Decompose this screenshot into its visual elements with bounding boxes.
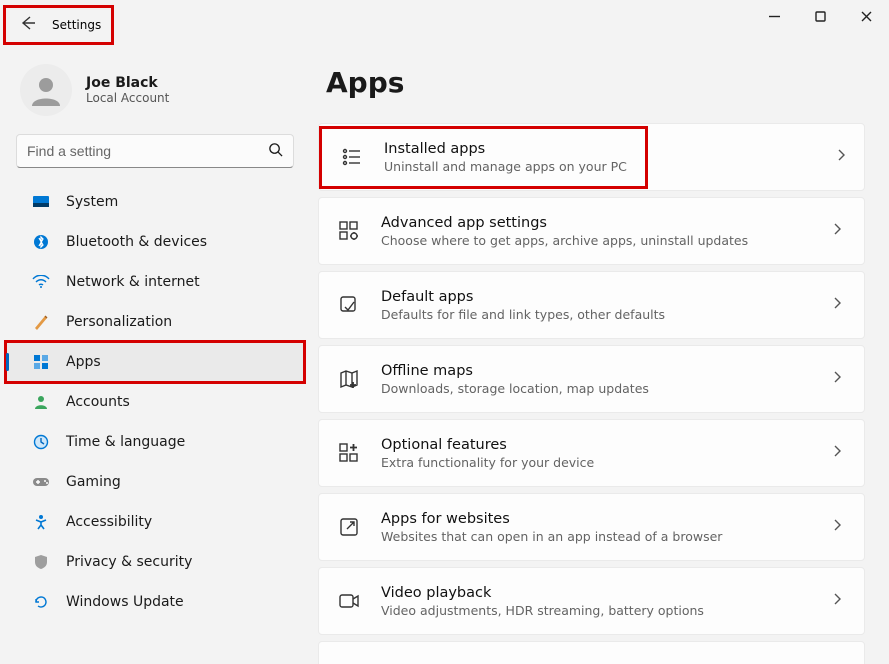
card-sub: Video adjustments, HDR streaming, batter… [381, 603, 808, 618]
nav-label: Personalization [66, 314, 172, 330]
nav-privacy[interactable]: Privacy & security [6, 542, 304, 582]
search-box[interactable] [16, 134, 294, 168]
nav-bluetooth[interactable]: Bluetooth & devices [6, 222, 304, 262]
profile-sub: Local Account [86, 91, 169, 105]
nav-gaming[interactable]: Gaming [6, 462, 304, 502]
card-default-apps[interactable]: Default apps Defaults for file and link … [318, 271, 865, 339]
accessibility-icon [32, 513, 50, 531]
nav-label: Time & language [66, 434, 185, 450]
chevron-right-icon [828, 370, 846, 388]
card-startup[interactable]: Startup [318, 641, 865, 664]
clock-icon [32, 433, 50, 451]
nav-update[interactable]: Windows Update [6, 582, 304, 622]
card-optional-features[interactable]: Optional features Extra functionality fo… [318, 419, 865, 487]
titlebar: Settings [0, 0, 889, 46]
card-sub: Downloads, storage location, map updates [381, 381, 808, 396]
nav: System Bluetooth & devices Network & int… [0, 182, 310, 622]
avatar [20, 64, 72, 116]
chevron-right-icon [828, 222, 846, 240]
chevron-right-icon [828, 592, 846, 610]
nav-label: Gaming [66, 474, 121, 490]
update-icon [32, 593, 50, 611]
list-icon [340, 145, 364, 169]
bluetooth-icon [32, 233, 50, 251]
chevron-right-icon [832, 148, 864, 166]
nav-label: Apps [66, 354, 101, 370]
nav-apps[interactable]: Apps [6, 342, 304, 382]
nav-accessibility[interactable]: Accessibility [6, 502, 304, 542]
default-apps-icon [337, 293, 361, 317]
card-advanced-settings[interactable]: Advanced app settings Choose where to ge… [318, 197, 865, 265]
window-title: Settings [52, 18, 101, 32]
card-title: Video playback [381, 585, 808, 601]
nav-label: Network & internet [66, 274, 200, 290]
card-title: Installed apps [384, 141, 627, 157]
card-sub: Defaults for file and link types, other … [381, 307, 808, 322]
card-title: Apps for websites [381, 511, 808, 527]
sidebar: Joe Black Local Account System Bluetooth… [0, 46, 310, 664]
close-button[interactable] [843, 0, 889, 32]
nav-label: Privacy & security [66, 554, 192, 570]
map-icon [337, 367, 361, 391]
wifi-icon [32, 273, 50, 291]
gear-apps-icon [337, 219, 361, 243]
apps-icon [32, 353, 50, 371]
minimize-button[interactable] [751, 0, 797, 32]
chevron-right-icon [828, 518, 846, 536]
card-title: Offline maps [381, 363, 808, 379]
nav-time[interactable]: Time & language [6, 422, 304, 462]
open-external-icon [337, 515, 361, 539]
nav-personalization[interactable]: Personalization [6, 302, 304, 342]
accounts-icon [32, 393, 50, 411]
card-sub: Websites that can open in an app instead… [381, 529, 808, 544]
maximize-button[interactable] [797, 0, 843, 32]
card-offline-maps[interactable]: Offline maps Downloads, storage location… [318, 345, 865, 413]
nav-label: Bluetooth & devices [66, 234, 207, 250]
card-video-playback[interactable]: Video playback Video adjustments, HDR st… [318, 567, 865, 635]
back-icon[interactable] [16, 15, 40, 35]
nav-label: Windows Update [66, 594, 184, 610]
card-sub: Uninstall and manage apps on your PC [384, 159, 627, 174]
window-controls [751, 0, 889, 32]
gaming-icon [32, 473, 50, 491]
page-title: Apps [326, 66, 865, 99]
profile-name: Joe Black [86, 75, 169, 91]
brush-icon [32, 313, 50, 331]
card-title: Optional features [381, 437, 808, 453]
nav-network[interactable]: Network & internet [6, 262, 304, 302]
card-sub: Extra functionality for your device [381, 455, 808, 470]
plus-grid-icon [337, 441, 361, 465]
system-icon [32, 193, 50, 211]
chevron-right-icon [828, 296, 846, 314]
card-title: Default apps [381, 289, 808, 305]
main-content: Apps Installed apps Uninstall and manage… [310, 46, 889, 664]
nav-label: System [66, 194, 118, 210]
chevron-right-icon [828, 444, 846, 462]
card-installed-apps[interactable]: Installed apps Uninstall and manage apps… [318, 123, 865, 191]
search-icon [268, 142, 283, 161]
nav-label: Accounts [66, 394, 130, 410]
nav-system[interactable]: System [6, 182, 304, 222]
nav-label: Accessibility [66, 514, 152, 530]
titlebar-left-group: Settings [3, 5, 114, 45]
card-sub: Choose where to get apps, archive apps, … [381, 233, 808, 248]
nav-accounts[interactable]: Accounts [6, 382, 304, 422]
shield-icon [32, 553, 50, 571]
card-title: Advanced app settings [381, 215, 808, 231]
search-input[interactable] [27, 143, 268, 159]
card-apps-websites[interactable]: Apps for websites Websites that can open… [318, 493, 865, 561]
video-icon [337, 589, 361, 613]
profile-block[interactable]: Joe Black Local Account [0, 56, 310, 134]
